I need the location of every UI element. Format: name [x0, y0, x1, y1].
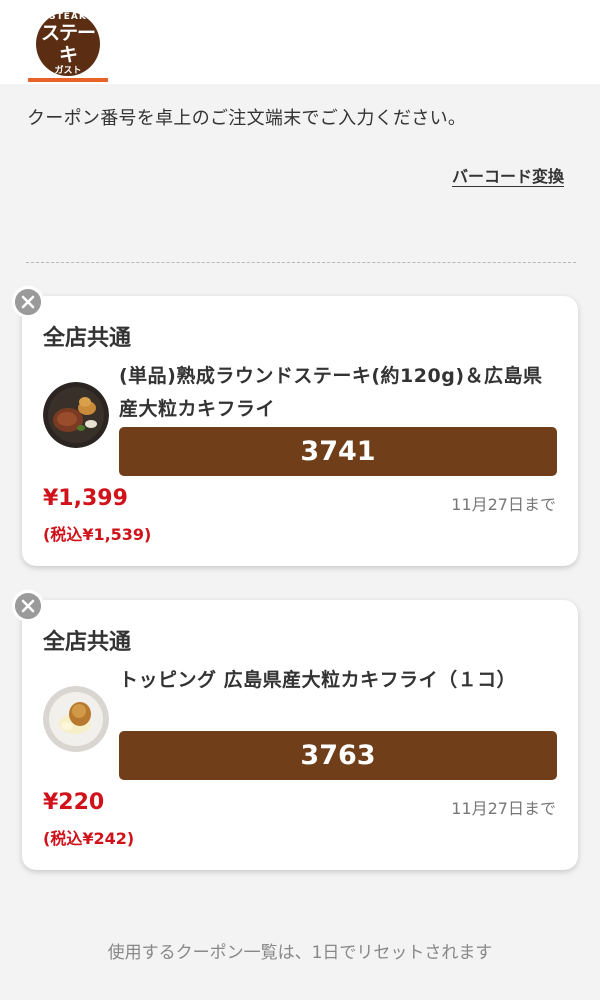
coupon-code-button[interactable]: 3741	[119, 427, 557, 476]
coupon-store-label: 全店共通	[43, 630, 132, 655]
app-header: STEAK ステーキ ガスト	[0, 0, 600, 84]
active-tab-indicator	[28, 78, 108, 82]
coupon-store-label: 全店共通	[43, 326, 132, 351]
coupon-expiry: 11月27日まで	[451, 799, 556, 818]
steak-plate-image	[43, 382, 109, 448]
coupon-expiry: 11月27日まで	[451, 495, 556, 514]
coupon-card: 全店共通 (単品)熟成ラウンドステーキ(約120g)＆広島県産大粒カキフライ 3…	[22, 296, 578, 566]
logo-line-3: ガスト	[54, 66, 82, 76]
close-icon	[21, 599, 35, 613]
divider	[26, 262, 576, 263]
remove-coupon-button[interactable]	[12, 286, 44, 318]
reset-note: 使用するクーポン一覧は、1日でリセットされます	[107, 943, 493, 963]
remove-coupon-button[interactable]	[12, 590, 44, 622]
close-icon	[21, 295, 35, 309]
barcode-convert-link[interactable]: バーコード変換	[452, 163, 564, 187]
coupon-price: ¥220	[43, 790, 105, 815]
steak-gusto-logo[interactable]: STEAK ステーキ ガスト	[36, 12, 100, 76]
coupon-title: トッピング 広島県産大粒カキフライ（１コ）	[119, 669, 517, 691]
coupon-card: 全店共通 トッピング 広島県産大粒カキフライ（１コ） 3763 ¥220 (税込…	[22, 600, 578, 870]
instruction-text: クーポン番号を卓上のご注文端末でご入力ください。	[27, 108, 467, 129]
coupon-price: ¥1,399	[43, 486, 128, 511]
logo-line-1: STEAK	[49, 12, 87, 22]
coupon-tax-price: (税込¥242)	[43, 829, 135, 848]
logo-line-2: ステーキ	[40, 22, 96, 66]
oyster-fry-image	[43, 686, 109, 752]
coupon-title: (単品)熟成ラウンドステーキ(約120g)＆広島県産大粒カキフライ	[119, 365, 543, 420]
coupon-tax-price: (税込¥1,539)	[43, 525, 152, 544]
coupon-code-button[interactable]: 3763	[119, 731, 557, 780]
